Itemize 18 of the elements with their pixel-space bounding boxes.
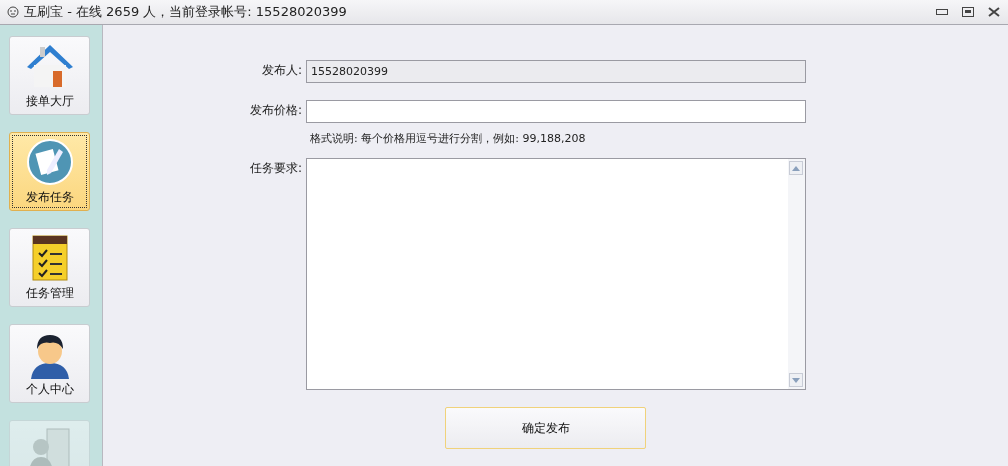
field-label: 发布价格: <box>248 102 303 119</box>
format-hint: 格式说明: 每个价格用逗号进行分割，例如: 99,188,208 <box>310 131 586 146</box>
field-label: 发布人: <box>260 62 303 79</box>
nav-button[interactable]: 任务管理 <box>9 228 90 307</box>
maximize-icon[interactable] <box>962 7 974 17</box>
nav-button[interactable]: 发布任务 <box>9 132 90 211</box>
input-field[interactable] <box>306 100 806 123</box>
nav-button[interactable]: 接单大厅 <box>9 36 90 115</box>
nav-button[interactable]: 个人中心 <box>9 324 90 403</box>
submit-button[interactable]: 确定发布 <box>445 407 646 449</box>
app-icon <box>6 5 20 19</box>
window-title: 互刷宝 - 在线 2659 人，当前登录帐号: 15528020399 <box>24 3 348 21</box>
scroll-down-icon[interactable] <box>789 373 803 387</box>
close-icon[interactable] <box>988 7 1000 17</box>
field-label: 任务要求: <box>248 160 303 177</box>
notepad-pen-icon <box>24 137 75 187</box>
scroll-up-icon[interactable] <box>789 161 803 175</box>
minimize-icon[interactable] <box>936 9 948 15</box>
